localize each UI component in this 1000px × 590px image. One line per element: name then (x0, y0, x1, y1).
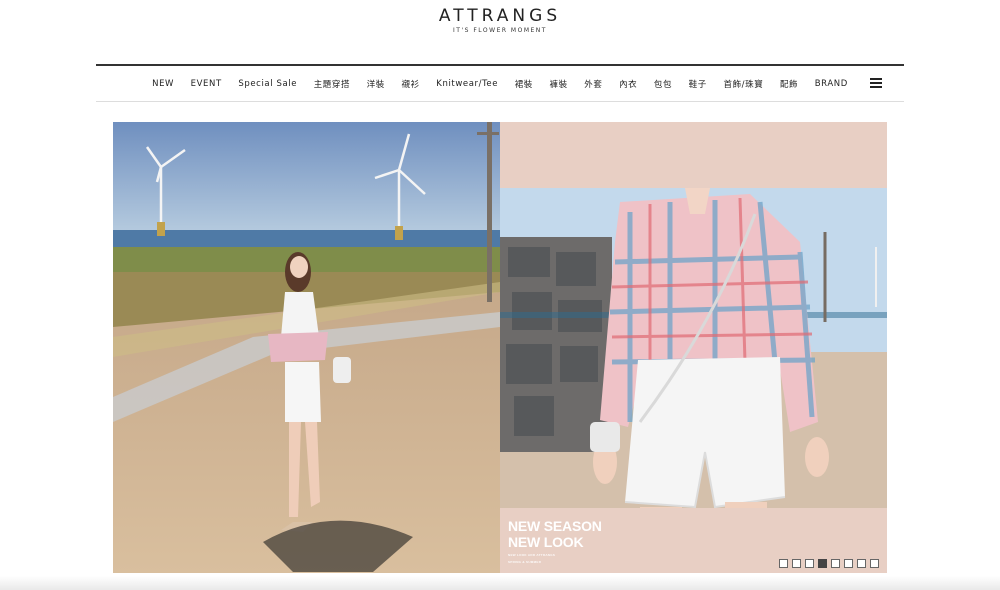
slide-dot[interactable] (870, 559, 879, 568)
page-bottom-edge (0, 576, 1000, 590)
nav-item-dresses[interactable]: 洋裝 (358, 78, 393, 90)
seaside-photo-illustration (113, 122, 500, 573)
slide-dot[interactable] (831, 559, 840, 568)
nav-item-jewelry[interactable]: 首飾/珠寶 (715, 78, 771, 90)
nav-item-lingerie[interactable]: 內衣 (611, 78, 646, 90)
banner-photo-left (113, 122, 500, 573)
slide-dot[interactable] (779, 559, 788, 568)
nav-item-styling[interactable]: 主題穿搭 (305, 78, 358, 90)
hamburger-icon[interactable] (870, 78, 882, 88)
nav-item-event[interactable]: EVENT (182, 79, 230, 89)
nav-menu: NEW EVENT Special Sale 主題穿搭 洋裝 襯衫 Knitwe… (96, 66, 904, 102)
headline-line-1: NEW SEASON (508, 518, 602, 534)
nav-item-knitwear[interactable]: Knitwear/Tee (428, 79, 506, 89)
logo-tagline: IT'S FLOWER MOMENT (453, 27, 547, 34)
hero-banner[interactable]: NEW SEASON NEW LOOK NEW LOOK ADD ATTRANG… (113, 122, 887, 573)
banner-photo-right (500, 122, 887, 573)
logo-wordmark: ATTRANGS (438, 6, 562, 26)
main-navigation: NEW EVENT Special Sale 主題穿搭 洋裝 襯衫 Knitwe… (96, 64, 904, 102)
nav-item-pants[interactable]: 褲裝 (541, 78, 576, 90)
nav-item-bags[interactable]: 包包 (646, 78, 681, 90)
nav-item-new[interactable]: NEW (144, 79, 183, 89)
banner-headline: NEW SEASON NEW LOOK NEW LOOK ADD ATTRANG… (508, 518, 602, 564)
nav-item-outerwear[interactable]: 外套 (576, 78, 611, 90)
nav-item-shoes[interactable]: 鞋子 (680, 78, 715, 90)
slide-dot[interactable] (844, 559, 853, 568)
outfit-photo-illustration (500, 122, 887, 573)
fine-print-2: SPRING & SUMMER (508, 560, 542, 564)
slide-dot[interactable] (857, 559, 866, 568)
slider-pagination (779, 559, 879, 568)
headline-line-2: NEW LOOK (508, 534, 584, 550)
nav-item-accessories[interactable]: 配飾 (772, 78, 807, 90)
slide-dot[interactable] (792, 559, 801, 568)
site-logo[interactable]: ATTRANGS IT'S FLOWER MOMENT (0, 6, 1000, 34)
nav-item-shirts[interactable]: 襯衫 (393, 78, 428, 90)
nav-item-skirts[interactable]: 裙裝 (506, 78, 541, 90)
slide-dot[interactable] (805, 559, 814, 568)
fine-print-1: NEW LOOK ADD ATTRANGS (508, 553, 556, 557)
nav-item-special-sale[interactable]: Special Sale (230, 79, 305, 89)
slide-dot-active[interactable] (818, 559, 827, 568)
nav-item-brand[interactable]: BRAND (806, 79, 856, 89)
